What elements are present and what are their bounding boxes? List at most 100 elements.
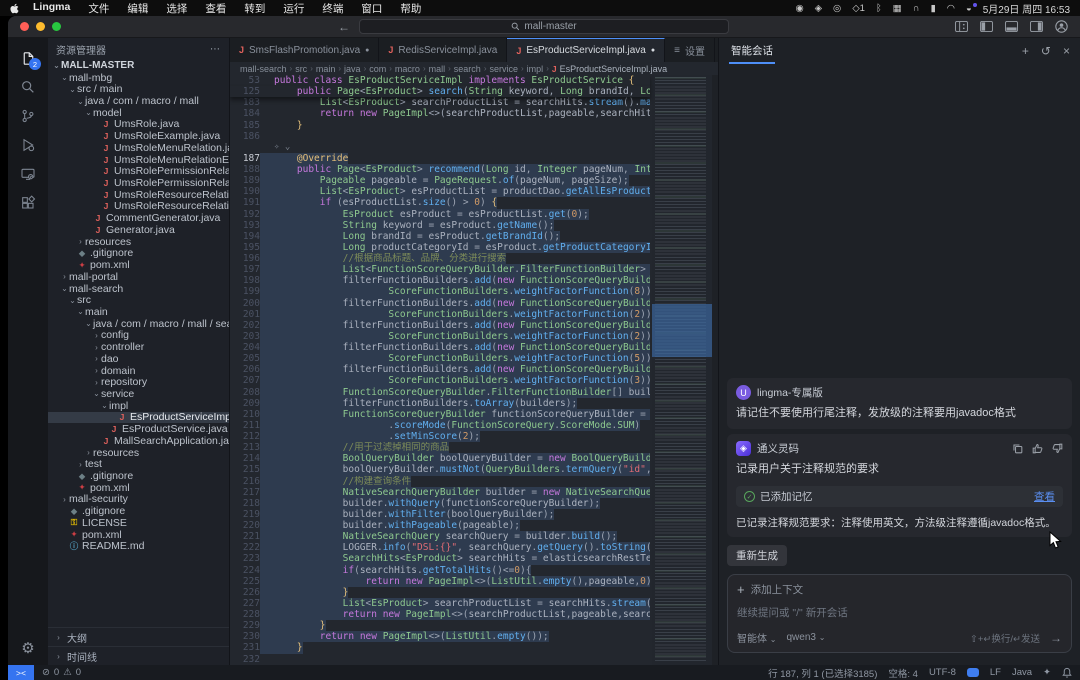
- errors-icon[interactable]: ⊘: [42, 667, 50, 678]
- code-line[interactable]: 231 }: [230, 642, 650, 654]
- tree-file[interactable]: J UmsRoleResourceRelationExample.j...: [48, 201, 229, 213]
- breadcrumb-item[interactable]: mall-search: [240, 64, 287, 74]
- eol[interactable]: LF: [990, 667, 1001, 678]
- tree-folder[interactable]: › config: [48, 330, 229, 342]
- menu-item-6[interactable]: 运行: [283, 1, 304, 16]
- code-line[interactable]: 190 List<EsProduct> esProductList = prod…: [230, 186, 650, 198]
- tree-file[interactable]: ⚿ LICENSE: [48, 517, 229, 529]
- zoom-window-button[interactable]: [52, 22, 61, 31]
- account-icon[interactable]: [1055, 20, 1068, 33]
- code-line[interactable]: 204 filterFunctionBuilders.add(new Funct…: [230, 342, 650, 354]
- tree-file[interactable]: J UmsRoleMenuRelation.java: [48, 142, 229, 154]
- tree-folder[interactable]: ⌄ src: [48, 294, 229, 306]
- code-line[interactable]: 201 ScoreFunctionBuilders.weightFactorFu…: [230, 308, 650, 320]
- code-line[interactable]: 218 builder.withQuery(functionScoreQuery…: [230, 497, 650, 509]
- headphones-icon[interactable]: ∩: [913, 3, 920, 14]
- customize-layout-icon[interactable]: [955, 21, 968, 32]
- tree-file[interactable]: J CommentGenerator.java: [48, 212, 229, 224]
- close-window-button[interactable]: [20, 22, 29, 31]
- tree-folder[interactable]: ⌄ service: [48, 388, 229, 400]
- activitybar-extensions[interactable]: [14, 189, 42, 217]
- code-line[interactable]: 198 filterFunctionBuilders.add(new Funct…: [230, 275, 650, 287]
- code-line[interactable]: 226 }: [230, 586, 650, 598]
- tree-folder[interactable]: › dao: [48, 353, 229, 365]
- code-line[interactable]: 207 ScoreFunctionBuilders.weightFactorFu…: [230, 375, 650, 387]
- code-line[interactable]: 192 EsProduct esProduct = esProductList.…: [230, 208, 650, 220]
- wifi-icon[interactable]: ◠: [947, 3, 955, 14]
- code-line[interactable]: 196 //根据商品标题、品牌、分类进行搜索: [230, 253, 650, 265]
- minimap[interactable]: [652, 75, 712, 665]
- tree-folder[interactable]: › domain: [48, 365, 229, 377]
- modified-dot-icon[interactable]: ●: [365, 47, 369, 54]
- sticky-code-line[interactable]: 53 public class EsProductServiceImpl impl…: [230, 75, 650, 87]
- inline-ai-action-icon[interactable]: ✧ ⌄: [260, 142, 290, 153]
- outline-section[interactable]: › 大纲: [48, 627, 229, 646]
- tree-file[interactable]: J MallSearchApplication.java: [48, 435, 229, 447]
- code-line[interactable]: 184 return new PageImpl<>(searchProductL…: [230, 108, 650, 119]
- menu-item-8[interactable]: 窗口: [361, 1, 382, 16]
- tree-file[interactable]: J Generator.java: [48, 224, 229, 236]
- code-line[interactable]: 215 boolQueryBuilder.mustNot(QueryBuilde…: [230, 464, 650, 476]
- code-line[interactable]: 199 ScoreFunctionBuilders.weightFactorFu…: [230, 286, 650, 298]
- battery-icon[interactable]: ▮: [930, 3, 935, 14]
- tree-file[interactable]: J UmsRoleExample.java: [48, 130, 229, 142]
- menu-item-7[interactable]: 终端: [322, 1, 343, 16]
- tree-file[interactable]: ⓘ README.md: [48, 540, 229, 552]
- menu-item-9[interactable]: 帮助: [400, 1, 421, 16]
- chat-tab-smart-session[interactable]: 智能会话: [729, 38, 775, 64]
- tree-file[interactable]: ◆ .gitignore: [48, 505, 229, 517]
- activitybar-remote-explorer[interactable]: [14, 160, 42, 188]
- encoding[interactable]: UTF-8: [929, 667, 956, 678]
- chat-history-icon[interactable]: ↺: [1041, 44, 1051, 58]
- tree-folder[interactable]: ⌄java / com / macro / mall / search: [48, 318, 229, 330]
- chat-input-box[interactable]: + 添加上下文 继续提问或 "/" 新开会话 智能体 ⌄ qwen3 ⌄ ⇧+↵…: [727, 574, 1072, 653]
- code-line[interactable]: 211 .scoreMode(FunctionScoreQuery.ScoreM…: [230, 419, 650, 431]
- tree-folder[interactable]: ⌄ main: [48, 306, 229, 318]
- shield-icon[interactable]: ◈: [815, 3, 822, 14]
- tree-file[interactable]: ✦ pom.xml: [48, 529, 229, 541]
- tree-folder[interactable]: › controller: [48, 341, 229, 353]
- code-line[interactable]: 209 filterFunctionBuilders.toArray(build…: [230, 397, 650, 409]
- timeline-section[interactable]: › 时间线: [48, 646, 229, 665]
- sticky-code-line[interactable]: 125 public Page<EsProduct> search(String…: [230, 86, 650, 98]
- code-line[interactable]: 216 //构建查询条件: [230, 475, 650, 487]
- code-line[interactable]: 208 FunctionScoreQueryBuilder.FilterFunc…: [230, 386, 650, 398]
- app-ring-icon[interactable]: ◎: [833, 3, 841, 14]
- menu-item-app[interactable]: Lingma: [33, 1, 70, 16]
- keyboard-icon[interactable]: ▦: [893, 3, 902, 14]
- tree-file[interactable]: J EsProductServiceImpl.java: [48, 411, 229, 424]
- breadcrumb-item[interactable]: java: [344, 64, 361, 74]
- editor-tab-smsflashpromotion-java[interactable]: J SmsFlashPromotion.java ●: [230, 38, 380, 62]
- nav-back-icon[interactable]: ←: [338, 20, 350, 34]
- code-editor[interactable]: 53 public class EsProductServiceImpl impl…: [230, 75, 718, 665]
- code-line[interactable]: 202 filterFunctionBuilders.add(new Funct…: [230, 319, 650, 331]
- code-line[interactable]: 195 Long productCategoryId = esProduct.g…: [230, 241, 650, 253]
- new-chat-icon[interactable]: +: [1022, 44, 1029, 58]
- code-line[interactable]: 210 FunctionScoreQueryBuilder functionSc…: [230, 408, 650, 420]
- code-line[interactable]: 219 builder.withFilter(boolQueryBuilder)…: [230, 508, 650, 520]
- remote-indicator[interactable]: ><: [8, 665, 34, 680]
- activitybar-explorer[interactable]: 2: [14, 44, 42, 72]
- thumbs-up-icon[interactable]: [1032, 443, 1043, 454]
- code-line[interactable]: 189 Pageable pageable = PageRequest.of(p…: [230, 175, 650, 187]
- menu-item-5[interactable]: 转到: [244, 1, 265, 16]
- code-line[interactable]: 197 List<FunctionScoreQueryBuilder.Filte…: [230, 264, 650, 276]
- warnings-count[interactable]: 0: [76, 667, 81, 678]
- editor-scrollbar[interactable]: [712, 75, 718, 665]
- tree-file[interactable]: ◆ .gitignore: [48, 248, 229, 260]
- settings-gear-icon[interactable]: ⚙: [21, 639, 34, 657]
- code-line[interactable]: 183 List<EsProduct> searchProductList = …: [230, 97, 650, 108]
- tree-file[interactable]: ✦ pom.xml: [48, 259, 229, 271]
- tree-file[interactable]: J UmsRolePermissionRelationExample...: [48, 177, 229, 189]
- code-line[interactable]: 191 if (esProductList.size() > 0) {: [230, 197, 650, 209]
- breadcrumb-item[interactable]: impl: [527, 64, 544, 74]
- indentation[interactable]: 空格: 4: [888, 666, 918, 680]
- breadcrumb-item[interactable]: com: [369, 64, 386, 74]
- toggle-panel-icon[interactable]: [1005, 21, 1018, 32]
- add-context-button[interactable]: + 添加上下文: [737, 582, 1062, 597]
- breadcrumb-item[interactable]: EsProductServiceImpl.java: [560, 64, 668, 74]
- minimize-window-button[interactable]: [36, 22, 45, 31]
- tree-folder[interactable]: ⌄ impl: [48, 400, 229, 412]
- tree-folder[interactable]: ⌄ MALL-MASTER: [48, 60, 229, 72]
- editor-tab-redisserviceimpl-java[interactable]: J RedisServiceImpl.java: [379, 38, 508, 62]
